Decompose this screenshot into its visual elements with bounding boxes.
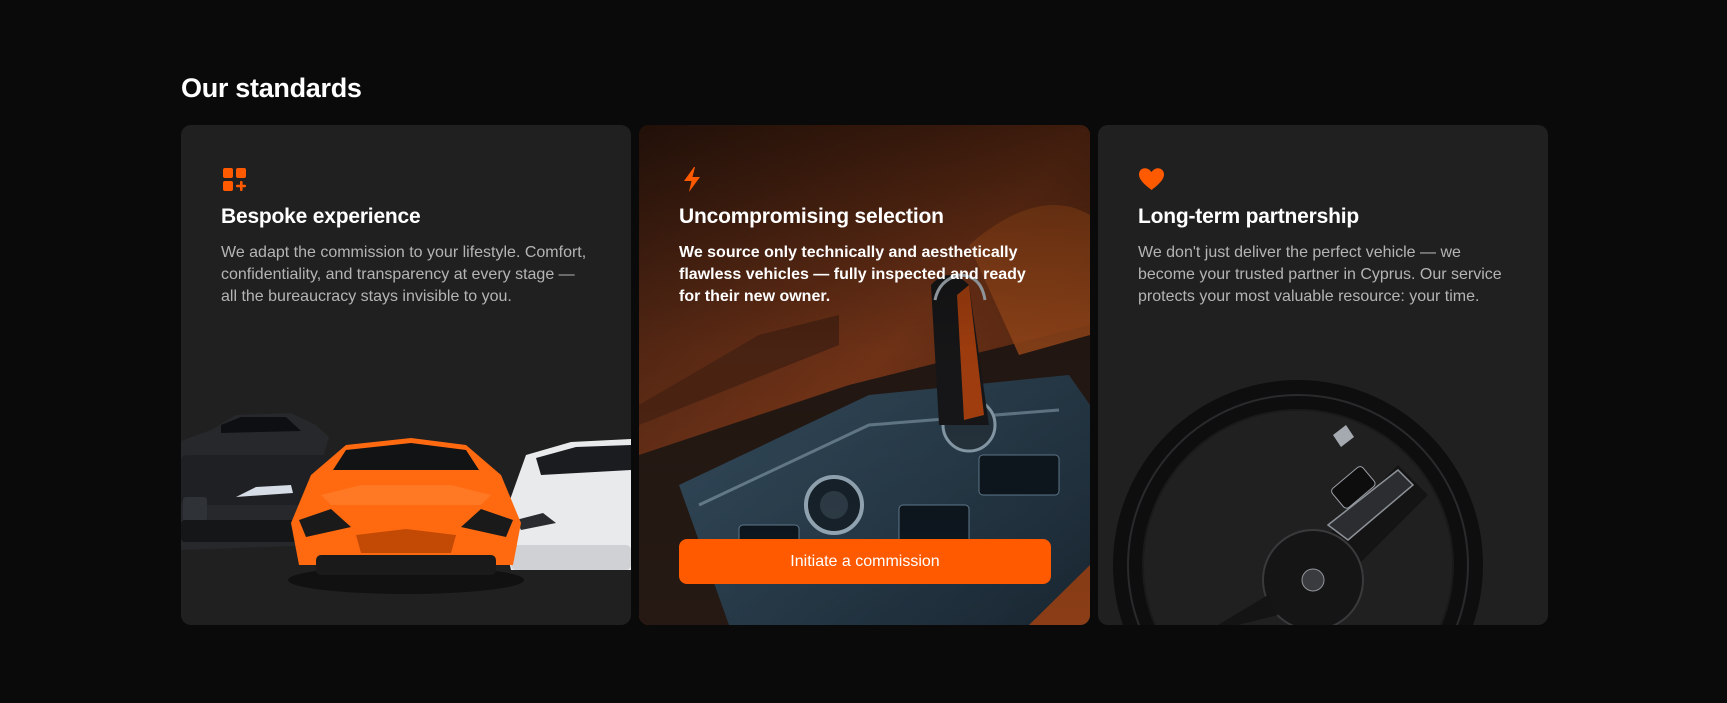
lightning-icon xyxy=(679,166,706,193)
card-title: Long-term partnership xyxy=(1138,205,1359,228)
card-title: Uncompromising selection xyxy=(679,205,944,228)
card-description: We source only technically and aesthetic… xyxy=(679,244,1026,305)
standards-cards: Bespoke experience We adapt the commissi… xyxy=(181,125,1548,625)
card-uncompromising-selection: Uncompromising selection We source only … xyxy=(639,125,1090,625)
card-title: Bespoke experience xyxy=(221,205,421,228)
standards-section: Our standards Bespoke experience We adap… xyxy=(181,0,1548,703)
card-description: We don't just deliver the perfect vehicl… xyxy=(1138,244,1502,305)
card-long-term-partnership: Long-term partnership We don't just deli… xyxy=(1098,125,1548,625)
section-title: Our standards xyxy=(181,73,362,103)
card-bespoke-experience: Bespoke experience We adapt the commissi… xyxy=(181,125,631,625)
heart-icon xyxy=(1138,166,1165,193)
cars-lineup-illustration xyxy=(181,413,631,594)
steering-wheel-photo xyxy=(1113,380,1483,625)
initiate-commission-button[interactable]: Initiate a commission xyxy=(679,539,1051,584)
grid-plus-icon xyxy=(221,166,248,193)
card-description: We adapt the commission to your lifestyl… xyxy=(221,244,587,305)
